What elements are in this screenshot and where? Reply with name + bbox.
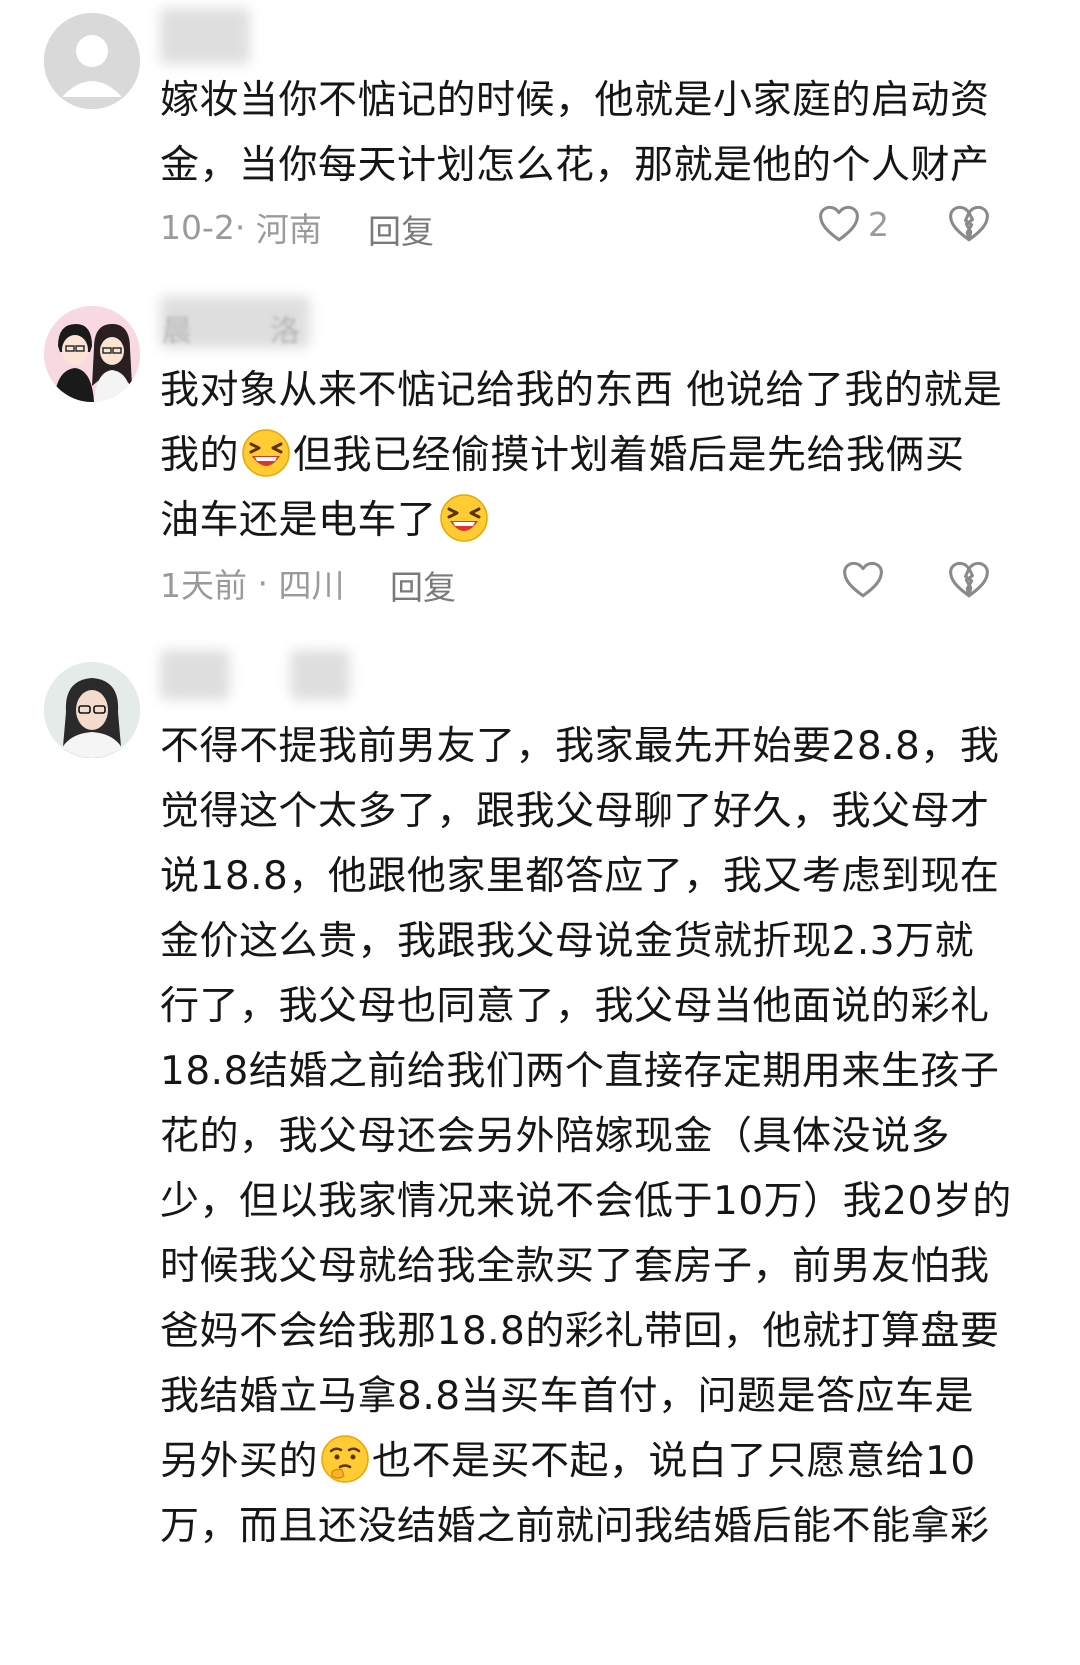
- thinking-face-emoji: [320, 1434, 370, 1484]
- avatar[interactable]: [44, 662, 140, 758]
- comment-item: 不得不提我前男友了，我家最先开始要28.8，我 觉得这个太多了，跟我父母聊了好久…: [0, 0, 1080, 1665]
- username-blurred[interactable]: [160, 640, 360, 700]
- user-photo-avatar: [44, 662, 140, 758]
- comment-text: 不得不提我前男友了，我家最先开始要28.8，我 觉得这个太多了，跟我父母聊了好久…: [160, 724, 1012, 1549]
